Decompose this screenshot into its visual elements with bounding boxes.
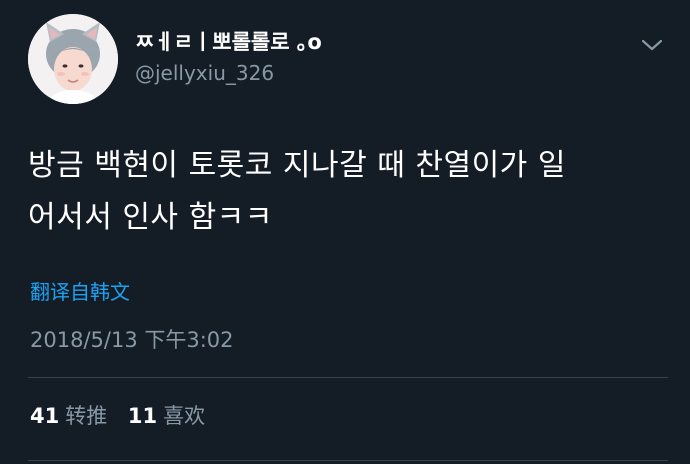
tweet-text-line: 어서서 인사 함ㅋㅋ bbox=[28, 200, 273, 235]
user-names: ㅉㅔㄹㅣ뽀롤롤로 ｡o @jellyxiu_326 bbox=[135, 28, 322, 86]
retweets-label: 转推 bbox=[65, 404, 108, 428]
divider bbox=[28, 377, 668, 378]
display-name[interactable]: ㅉㅔㄹㅣ뽀롤롤로 ｡o bbox=[135, 28, 322, 56]
likes-stat[interactable]: 11 喜欢 bbox=[128, 402, 205, 430]
tweet-text: 방금 백현이 토롯코 지나갈 때 찬열이가 일 어서서 인사 함ㅋㅋ bbox=[28, 140, 658, 244]
retweets-stat[interactable]: 41 转推 bbox=[30, 402, 107, 430]
chevron-down-icon bbox=[641, 39, 663, 51]
likes-count: 11 bbox=[127, 404, 158, 428]
tweet-card: ㅉㅔㄹㅣ뽀롤롤로 ｡o @jellyxiu_326 방금 백현이 토롯코 지나갈… bbox=[0, 0, 690, 464]
tweet-header: ㅉㅔㄹㅣ뽀롤롤로 ｡o @jellyxiu_326 bbox=[28, 14, 668, 106]
retweets-count: 41 bbox=[30, 404, 60, 428]
translate-link[interactable]: 翻译自韩文 bbox=[30, 279, 130, 305]
divider bbox=[28, 460, 668, 461]
tweet-stats: 41 转推 11 喜欢 bbox=[30, 402, 219, 430]
avatar[interactable] bbox=[28, 14, 118, 104]
avatar-image bbox=[28, 14, 118, 104]
user-handle[interactable]: @jellyxiu_326 bbox=[135, 60, 322, 86]
more-options-button[interactable] bbox=[640, 36, 664, 54]
likes-label: 喜欢 bbox=[163, 404, 206, 428]
tweet-timestamp[interactable]: 2018/5/13 下午3:02 bbox=[30, 326, 234, 354]
tweet-text-line: 방금 백현이 토롯코 지나갈 때 찬열이가 일 bbox=[28, 148, 566, 183]
